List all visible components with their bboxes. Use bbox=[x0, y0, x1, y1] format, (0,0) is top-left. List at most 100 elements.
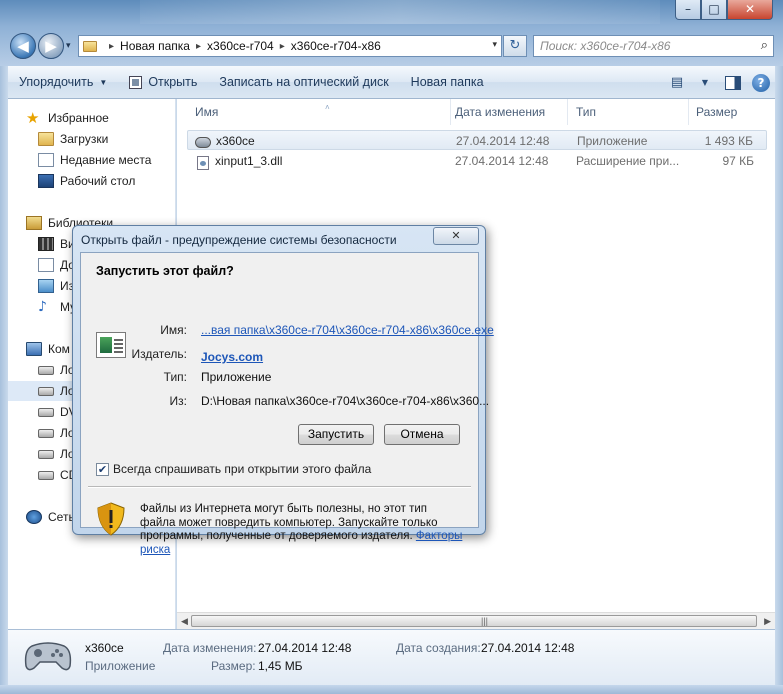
view-icon: ▤ bbox=[670, 75, 684, 90]
title-bar: – □ ✕ ◀ ▶ ▾ ▸ Новая папка ▸ x360ce-r704 … bbox=[0, 0, 783, 66]
preview-pane-button[interactable] bbox=[719, 71, 747, 95]
documents-icon bbox=[38, 258, 54, 272]
address-bar[interactable]: ▸ Новая папка ▸ x360ce-r704 ▸ x360ce-r70… bbox=[78, 35, 502, 57]
application-icon bbox=[96, 332, 126, 358]
details-size-value: 1,45 МБ bbox=[258, 659, 303, 673]
search-icon[interactable]: ⌕ bbox=[761, 38, 768, 53]
breadcrumb-x360ce-r704[interactable]: x360ce-r704 bbox=[207, 39, 274, 53]
maximize-button[interactable]: □ bbox=[701, 0, 727, 20]
sidebar-item-label: Рабочий стол bbox=[60, 174, 136, 188]
column-size[interactable]: Размер bbox=[688, 99, 773, 125]
sidebar-item-recent[interactable]: Недавние места bbox=[38, 150, 151, 170]
always-ask-option[interactable]: ✔ Всегда спрашивать при открытии этого ф… bbox=[96, 462, 371, 476]
desktop-icon bbox=[38, 174, 54, 188]
sidebar-item-dvd[interactable]: DV bbox=[38, 402, 77, 422]
libraries-icon bbox=[26, 216, 42, 230]
always-ask-label: Всегда спрашивать при открытии этого фай… bbox=[113, 462, 372, 476]
scroll-right-icon[interactable]: ▶ bbox=[764, 616, 771, 627]
back-button[interactable]: ◀ bbox=[10, 33, 36, 59]
sidebar-item-videos[interactable]: Ви bbox=[38, 234, 75, 254]
close-window-button[interactable]: ✕ bbox=[727, 0, 773, 20]
music-icon: ♪ bbox=[38, 299, 47, 315]
chevron-right-icon[interactable]: ▸ bbox=[109, 41, 114, 52]
chevron-down-icon[interactable]: ▾ bbox=[492, 39, 497, 50]
file-size: 1 493 КБ bbox=[704, 134, 753, 148]
sidebar-item-network[interactable]: Сеть bbox=[26, 507, 75, 527]
sidebar-item-computer[interactable]: Ком bbox=[26, 339, 70, 359]
window-border-right bbox=[775, 66, 783, 685]
search-placeholder: Поиск: x360ce-r704-x86 bbox=[540, 39, 671, 53]
folder-icon bbox=[83, 40, 97, 52]
pictures-icon bbox=[38, 279, 54, 293]
grip-icon: ||| bbox=[481, 616, 489, 626]
horizontal-scrollbar[interactable]: ◀ ||| ▶ bbox=[177, 612, 775, 629]
sidebar-item-label: Загрузки bbox=[60, 132, 109, 146]
cancel-button[interactable]: Отмена bbox=[384, 424, 460, 445]
recent-pages-dropdown[interactable]: ▾ bbox=[66, 40, 71, 51]
scroll-thumb[interactable]: ||| bbox=[191, 615, 757, 627]
chevron-right-icon[interactable]: ▸ bbox=[280, 41, 285, 52]
details-pane: x360ce Приложение Дата изменения: 27.04.… bbox=[8, 629, 775, 685]
sidebar-item-label: Ком bbox=[48, 342, 70, 356]
column-type[interactable]: Тип bbox=[568, 99, 689, 125]
details-created-label: Дата создания: bbox=[396, 641, 481, 655]
open-button[interactable]: Открыть bbox=[118, 66, 208, 99]
sidebar-item-drive-1[interactable]: Ло bbox=[38, 360, 75, 380]
view-dropdown-button[interactable]: ▼ bbox=[691, 71, 719, 95]
sidebar-item-pictures[interactable]: Из bbox=[38, 276, 74, 296]
chevron-right-icon[interactable]: ▸ bbox=[196, 41, 201, 52]
sidebar-item-documents[interactable]: До bbox=[38, 255, 75, 275]
cd-drive-icon bbox=[38, 470, 54, 480]
caret-down-icon: ▼ bbox=[701, 78, 709, 87]
help-icon: ? bbox=[752, 73, 770, 92]
file-date: 27.04.2014 12:48 bbox=[455, 154, 549, 168]
file-type: Приложение bbox=[577, 134, 648, 148]
preview-pane-icon bbox=[725, 75, 741, 90]
new-folder-button[interactable]: Новая папка bbox=[400, 66, 495, 99]
sidebar-item-drive-4[interactable]: Ло bbox=[38, 444, 75, 464]
column-name[interactable]: Имя ˄ bbox=[187, 99, 451, 125]
drive-icon bbox=[38, 449, 54, 459]
organize-menu[interactable]: Упорядочить ▼ bbox=[8, 66, 118, 99]
publisher-link[interactable]: Jocys.com bbox=[201, 350, 263, 364]
file-row[interactable]: xinput1_3.dll 27.04.2014 12:48 Расширени… bbox=[187, 151, 767, 171]
sidebar-item-downloads[interactable]: Загрузки bbox=[38, 129, 108, 149]
command-bar: Упорядочить ▼ Открыть Записать на оптиче… bbox=[8, 66, 775, 99]
type-value: Приложение bbox=[201, 370, 272, 384]
breadcrumb-new-folder[interactable]: Новая папка bbox=[120, 39, 190, 53]
dialog-close-button[interactable]: ✕ bbox=[433, 227, 479, 245]
scroll-left-icon[interactable]: ◀ bbox=[181, 616, 188, 627]
sidebar-item-label: Сеть bbox=[48, 510, 75, 524]
file-name: xinput1_3.dll bbox=[215, 154, 283, 168]
file-size: 97 КБ bbox=[722, 154, 754, 168]
taskbar-strip bbox=[140, 0, 660, 24]
sidebar-item-favorites[interactable]: ★ Избранное bbox=[26, 108, 109, 128]
breadcrumb-x360ce-r704-x86[interactable]: x360ce-r704-x86 bbox=[291, 39, 381, 53]
security-warning-dialog: Открыть файл - предупреждение системы бе… bbox=[72, 225, 494, 556]
dialog-divider bbox=[88, 486, 471, 488]
caret-down-icon: ▼ bbox=[99, 77, 108, 87]
sidebar-item-drive-3[interactable]: Ло bbox=[38, 423, 75, 443]
dialog-title: Открыть файл - предупреждение системы бе… bbox=[81, 233, 397, 247]
run-button[interactable]: Запустить bbox=[298, 424, 374, 445]
details-modified-value: 27.04.2014 12:48 bbox=[258, 641, 352, 655]
refresh-button[interactable]: ↻ bbox=[503, 35, 527, 57]
file-path-link[interactable]: ...вая папка\x360ce-r704\x360ce-r704-x86… bbox=[201, 323, 494, 337]
open-icon bbox=[129, 75, 143, 89]
drive-icon bbox=[38, 386, 54, 396]
drive-icon bbox=[38, 428, 54, 438]
column-date[interactable]: Дата изменения bbox=[447, 99, 568, 125]
details-created-value: 27.04.2014 12:48 bbox=[481, 641, 575, 655]
minimize-button[interactable]: – bbox=[675, 0, 701, 20]
search-input[interactable]: Поиск: x360ce-r704-x86 ⌕ bbox=[533, 35, 774, 57]
drive-icon bbox=[38, 365, 54, 375]
sidebar-item-desktop[interactable]: Рабочий стол bbox=[38, 171, 135, 191]
burn-button[interactable]: Записать на оптический диск bbox=[208, 66, 399, 99]
forward-button[interactable]: ▶ bbox=[38, 33, 64, 59]
view-options-button[interactable]: ▤ bbox=[663, 71, 691, 95]
sidebar-item-music[interactable]: ♪ Му bbox=[38, 297, 76, 317]
help-button[interactable]: ? bbox=[747, 71, 775, 95]
file-row[interactable]: x360ce 27.04.2014 12:48 Приложение 1 493… bbox=[187, 130, 767, 150]
always-ask-checkbox[interactable]: ✔ bbox=[96, 462, 109, 476]
name-label: Имя: bbox=[160, 323, 187, 337]
